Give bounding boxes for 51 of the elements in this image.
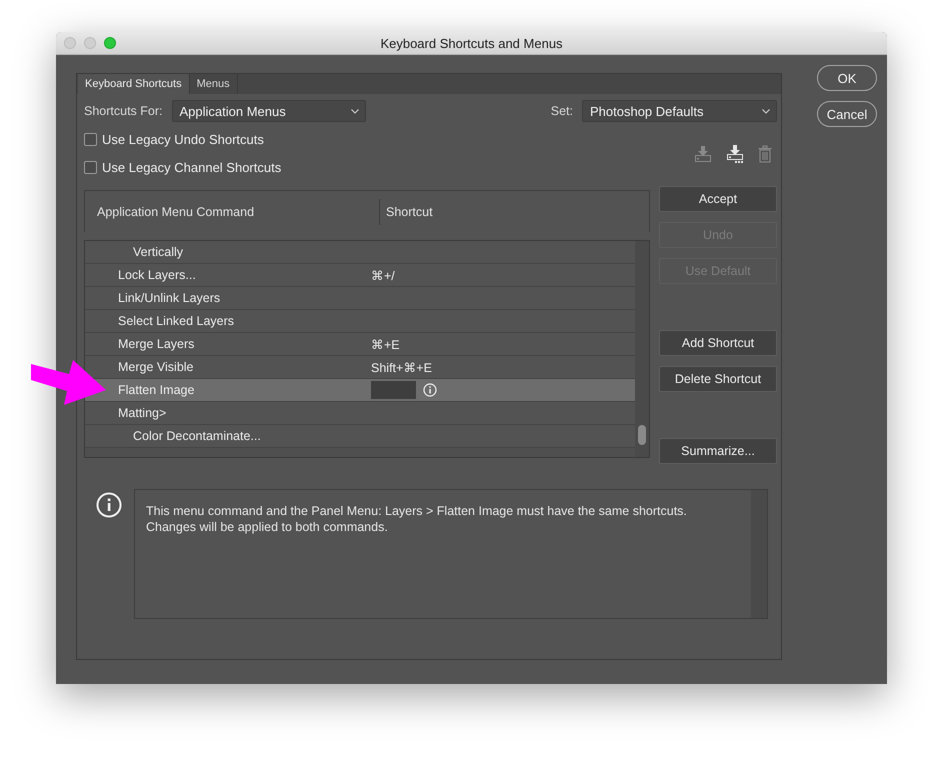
checkbox[interactable]: [84, 160, 97, 174]
button[interactable]: OK: [817, 65, 877, 91]
info-icon: [423, 383, 437, 397]
dropdown[interactable]: Photoshop Defaults: [582, 100, 777, 122]
command-name: Matting>: [117, 406, 168, 420]
info-icon: [96, 492, 122, 518]
list-row[interactable]: Link/Unlink Layers: [85, 287, 635, 310]
command-name: Color Decontaminate...: [132, 429, 262, 443]
shortcut-text: Shift+⌘+E: [371, 360, 432, 374]
list-row[interactable]: Flatten Image: [85, 379, 635, 402]
scrollbar-thumb[interactable]: [638, 425, 646, 445]
button[interactable]: Accept: [659, 186, 777, 212]
list-row[interactable]: Select Linked Layers: [85, 310, 635, 333]
tray-download-icon[interactable]: [726, 145, 744, 163]
button[interactable]: Cancel: [817, 101, 877, 127]
close-button[interactable]: [64, 37, 76, 49]
list-row[interactable]: Merge Layers ⌘+E: [85, 333, 635, 356]
column-header: Shortcut: [379, 198, 433, 224]
field-label: Set:: [550, 104, 573, 118]
checkbox-label: Use Legacy Undo Shortcuts: [102, 132, 264, 146]
command-name: Lock Layers...: [117, 268, 197, 282]
checkbox[interactable]: [84, 132, 97, 146]
checkbox-label: Use Legacy Channel Shortcuts: [102, 160, 282, 174]
command-name: Select Linked Layers: [117, 314, 236, 328]
shortcut-text: ⌘+/: [371, 268, 395, 282]
message-text: This menu command and the Panel Menu: Layers > Flatten Image must have the same shortcuts. Changes will be applied to both commands.: [145, 503, 688, 536]
field-label: Shortcuts For:: [84, 104, 162, 118]
shortcut-field[interactable]: [371, 381, 416, 399]
list-row[interactable]: Matting>: [85, 402, 635, 425]
chevron-icon: [762, 108, 770, 114]
button[interactable]: Summarize...: [659, 438, 777, 464]
button[interactable]: Add Shortcut: [659, 330, 777, 356]
dropdown[interactable]: Application Menus: [172, 100, 366, 122]
button[interactable]: Delete Shortcut: [659, 366, 777, 392]
window-title: Keyboard Shortcuts and Menus: [380, 36, 563, 50]
column-header: Application Menu Command: [96, 204, 256, 218]
chevron-icon: [350, 108, 358, 114]
command-name: Link/Unlink Layers: [117, 291, 222, 305]
command-name: Merge Layers: [117, 337, 196, 351]
shortcut-text: ⌘+E: [371, 336, 400, 352]
list-row[interactable]: Merge Visible Shift+⌘+E: [85, 356, 635, 379]
zoom-button[interactable]: [104, 37, 116, 49]
command-name: Merge Visible: [117, 360, 195, 374]
list-row[interactable]: Lock Layers... ⌘+/: [85, 264, 635, 287]
list-row[interactable]: Vertically: [85, 241, 635, 264]
tab[interactable]: Keyboard Shortcuts: [78, 74, 190, 94]
command-name: Flatten Image: [117, 383, 196, 397]
list-row[interactable]: Color Decontaminate...: [85, 425, 635, 448]
command-name: Vertically: [132, 245, 184, 259]
minimize-button[interactable]: [84, 37, 96, 49]
tab[interactable]: Menus: [190, 74, 238, 94]
